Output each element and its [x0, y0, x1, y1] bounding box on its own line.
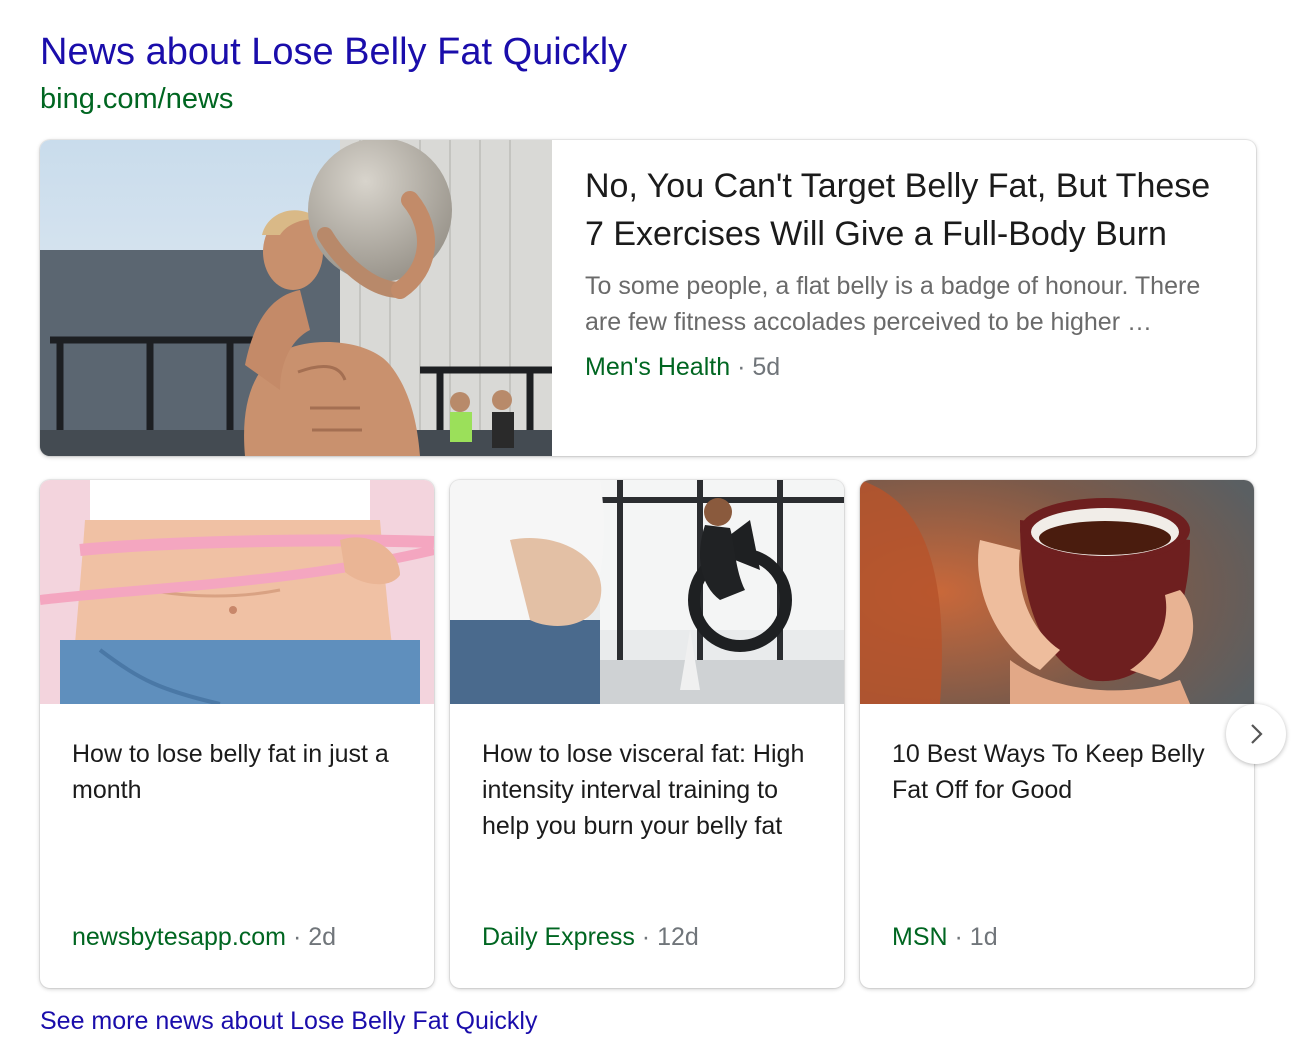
featured-news-image[interactable]	[40, 140, 552, 456]
news-card-2-headline[interactable]: How to lose visceral fat: High intensity…	[482, 736, 822, 844]
meta-separator: ·	[737, 353, 746, 381]
news-card-1-image[interactable]	[40, 480, 434, 704]
news-card-2-age: 12d	[657, 923, 699, 951]
news-source-url: bing.com/news	[40, 83, 234, 115]
meta-separator: ·	[954, 923, 963, 951]
news-card-1-source: newsbytesapp.com	[72, 923, 287, 951]
news-card-3-image[interactable]	[860, 480, 1254, 704]
featured-news-snippet: To some people, a flat belly is a badge …	[585, 272, 1201, 336]
news-card-2-meta: Daily Express · 12d	[482, 920, 699, 954]
meta-separator: ·	[641, 923, 651, 951]
featured-news-card[interactable]: No, You Can't Target Belly Fat, But Thes…	[40, 140, 1256, 456]
featured-news-source: Men's Health	[585, 353, 731, 381]
chevron-right-icon	[1244, 722, 1268, 746]
news-header-title[interactable]: News about Lose Belly Fat Quickly	[40, 28, 627, 76]
featured-news-meta: Men's Health · 5d	[585, 350, 1235, 384]
news-card-3-headline[interactable]: 10 Best Ways To Keep Belly Fat Off for G…	[892, 736, 1232, 808]
featured-news-headline[interactable]: No, You Can't Target Belly Fat, But Thes…	[585, 162, 1235, 258]
news-card-1[interactable]: How to lose belly fat in just a month ne…	[40, 480, 434, 988]
news-card-3-meta: MSN · 1d	[892, 920, 998, 954]
carousel-next-button[interactable]	[1226, 704, 1286, 764]
news-card-3[interactable]: 10 Best Ways To Keep Belly Fat Off for G…	[860, 480, 1254, 988]
news-card-2[interactable]: How to lose visceral fat: High intensity…	[450, 480, 844, 988]
news-card-1-headline[interactable]: How to lose belly fat in just a month	[72, 736, 412, 808]
see-more-news-link[interactable]: See more news about Lose Belly Fat Quick…	[40, 1004, 537, 1038]
meta-separator: ·	[292, 923, 302, 951]
news-card-2-source: Daily Express	[482, 923, 635, 951]
news-card-1-age: 2d	[308, 923, 337, 951]
featured-news-age: 5d	[752, 353, 781, 381]
news-card-2-image[interactable]	[450, 480, 844, 704]
news-card-3-source: MSN	[892, 923, 948, 951]
news-card-1-meta: newsbytesapp.com · 2d	[72, 920, 336, 954]
news-card-3-age: 1d	[969, 923, 998, 951]
